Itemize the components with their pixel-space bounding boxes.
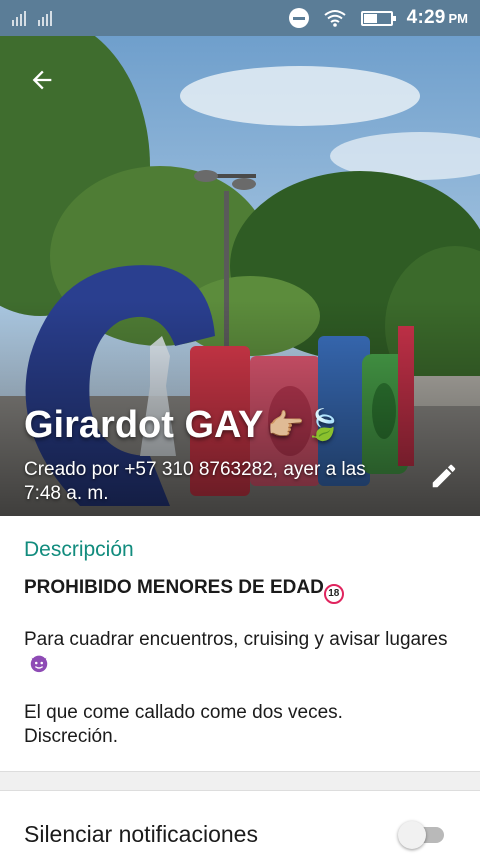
- signal-icon: [12, 10, 52, 26]
- description-body: PROHIBIDO MENORES DE EDAD 18 Para cuadrar…: [24, 576, 464, 749]
- battery-icon: [360, 10, 396, 26]
- clock: 4:29 PM: [406, 7, 468, 28]
- description-line: El que come callado come dos veces.: [24, 702, 343, 723]
- toggle-thumb: [398, 821, 426, 849]
- mute-notifications-toggle[interactable]: [398, 821, 446, 849]
- created-by-text: Creado por +57 310 8763282, ayer a las 7…: [24, 459, 366, 504]
- back-button[interactable]: [22, 60, 62, 100]
- wifi-icon: [324, 10, 346, 27]
- edit-button[interactable]: [426, 458, 462, 494]
- group-emojis: 👉🏼🍃: [267, 409, 343, 442]
- description-line: Discreción.: [24, 726, 118, 747]
- group-header: Girardot GAY 👉🏼🍃 Creado por +57 310 8763…: [0, 36, 480, 516]
- mute-notifications-label: Silenciar notificaciones: [24, 821, 258, 847]
- group-title[interactable]: Girardot GAY 👉🏼🍃: [24, 404, 342, 447]
- status-bar: 4:29 PM: [0, 0, 480, 36]
- pencil-icon: [432, 464, 456, 488]
- smiling-devil-icon: [30, 655, 48, 673]
- description-line: [24, 604, 464, 628]
- mute-notifications-row[interactable]: Silenciar notificaciones: [0, 790, 480, 854]
- description-heading: Descripción: [24, 538, 134, 561]
- group-name: Girardot GAY: [24, 404, 264, 446]
- do-not-disturb-icon: [288, 8, 309, 28]
- description-line: Para cuadrar encuentros, cruising y avis…: [24, 628, 464, 677]
- no-minors-icon: 18: [323, 584, 344, 604]
- description-card[interactable]: Descripción PROHIBIDO MENORES DE EDAD 18 …: [0, 516, 480, 772]
- description-line: PROHIBIDO MENORES DE EDAD 18: [24, 576, 464, 604]
- description-line: [24, 677, 464, 701]
- arrow-back-icon: [32, 70, 52, 90]
